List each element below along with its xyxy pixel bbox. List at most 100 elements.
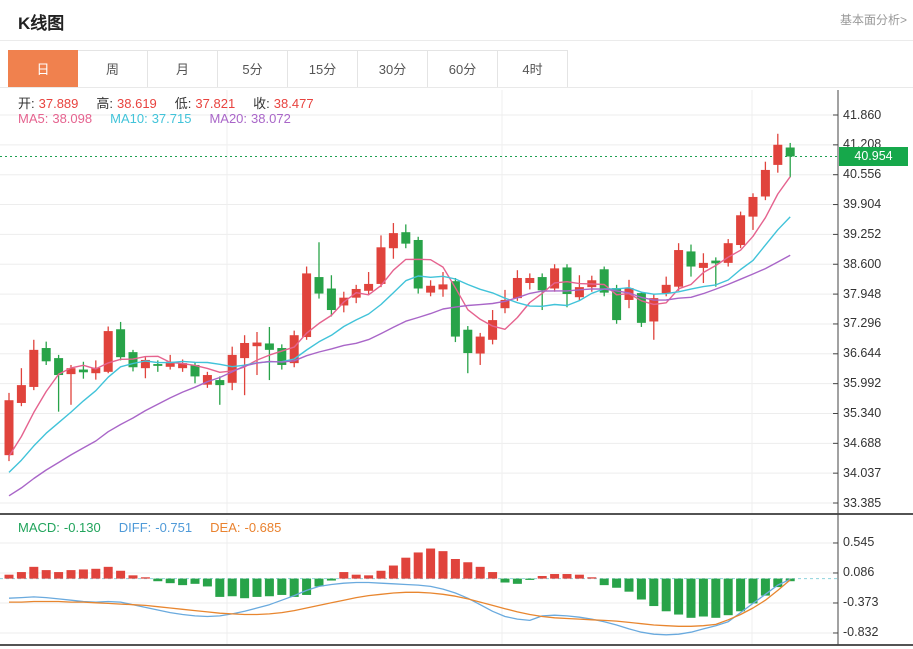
legend-item: 低:37.821 — [175, 96, 239, 111]
candle-body — [649, 298, 658, 321]
fundamental-analysis-link[interactable]: 基本面分析> — [840, 11, 907, 28]
macd-bar — [687, 579, 696, 618]
tab-period-2[interactable]: 月 — [148, 50, 218, 88]
tab-period-7[interactable]: 4时 — [498, 50, 568, 88]
candle-body — [327, 289, 336, 311]
macd-bar — [501, 579, 510, 583]
macd-bar — [625, 579, 634, 592]
candle-body — [773, 145, 782, 165]
tab-period-1[interactable]: 周 — [78, 50, 148, 88]
macd-bar — [401, 558, 410, 579]
candle-body — [377, 247, 386, 284]
ohlc-legend: 开:37.889高:38.619低:37.821收:38.477 — [18, 93, 332, 112]
page-title: K线图 — [18, 9, 64, 34]
macd-bar — [476, 567, 485, 579]
candle-body — [575, 287, 584, 297]
macd-bar — [153, 579, 162, 582]
macd-tick-label: 0.545 — [843, 535, 874, 549]
macd-bar — [265, 579, 274, 597]
macd-bar — [203, 579, 212, 587]
macd-bar — [166, 579, 175, 584]
macd-bar — [649, 579, 658, 606]
tab-period-4[interactable]: 15分 — [288, 50, 358, 88]
macd-bar — [327, 579, 336, 581]
macd-bar — [54, 572, 63, 579]
tab-bar-baseline — [0, 87, 913, 88]
macd-bar — [352, 575, 361, 579]
candle-body — [699, 263, 708, 268]
macd-bar — [302, 579, 311, 595]
macd-bar — [674, 579, 683, 615]
macd-histogram — [5, 549, 795, 618]
candles — [5, 134, 795, 461]
candle-body — [240, 343, 249, 358]
price-tick-label: 39.904 — [843, 197, 881, 211]
price-tick-label: 34.037 — [843, 466, 881, 480]
macd-bar — [339, 572, 348, 579]
macd-bar — [612, 579, 621, 588]
candle-body — [215, 380, 224, 385]
price-tick-label: 35.340 — [843, 406, 881, 420]
macd-bar — [550, 574, 559, 579]
legend-item: 开:37.889 — [18, 96, 82, 111]
price-tick-label: 36.644 — [843, 346, 881, 360]
candle-body — [786, 148, 795, 157]
macd-bar — [439, 551, 448, 578]
candle-body — [265, 343, 274, 349]
candle-body — [476, 337, 485, 354]
candle-body — [488, 320, 497, 340]
price-tick-label: 38.600 — [843, 257, 881, 271]
macd-bar — [17, 572, 26, 579]
macd-bar — [29, 567, 38, 579]
candle-body — [153, 364, 162, 366]
candle-body — [439, 284, 448, 289]
price-tick-label: 33.385 — [843, 496, 881, 510]
candle-body — [749, 197, 758, 217]
macd-bar — [749, 579, 758, 604]
period-tab-bar: 日周月5分15分30分60分4时 — [8, 50, 568, 88]
macd-bar — [240, 579, 249, 599]
price-tick-label: 37.948 — [843, 287, 881, 301]
candle-body — [79, 370, 88, 373]
tab-period-0[interactable]: 日 — [8, 50, 78, 88]
candle-body — [116, 329, 125, 357]
candle-body — [538, 277, 547, 290]
macd-bar — [377, 571, 386, 579]
macd-bar — [662, 579, 671, 612]
tab-period-3[interactable]: 5分 — [218, 50, 288, 88]
candle-body — [525, 278, 534, 283]
candle-body — [674, 250, 683, 287]
candle-body — [42, 348, 51, 361]
ma5-line — [9, 177, 790, 457]
macd-bar — [488, 572, 497, 579]
candle-body — [426, 286, 435, 293]
macd-bar — [215, 579, 224, 597]
legend-item: DIFF:-0.751 — [119, 520, 196, 535]
macd-bar — [141, 577, 150, 578]
candle-body — [463, 330, 472, 353]
macd-bar — [414, 552, 423, 578]
macd-bar — [364, 575, 373, 578]
macd-bar — [538, 576, 547, 579]
candle-body — [5, 400, 14, 455]
price-tick-label: 40.556 — [843, 167, 881, 181]
candle-body — [302, 273, 311, 337]
tab-period-6[interactable]: 60分 — [428, 50, 498, 88]
macd-bar — [129, 575, 138, 578]
macd-bar — [426, 549, 435, 579]
tab-period-5[interactable]: 30分 — [358, 50, 428, 88]
legend-item: 收:38.477 — [253, 96, 317, 111]
legend-item: MA10:37.715 — [110, 111, 195, 126]
candle-body — [228, 355, 237, 383]
legend-item: MA5:38.098 — [18, 111, 96, 126]
candle-body — [414, 240, 423, 289]
price-tick-label: 34.688 — [843, 436, 881, 450]
macd-bar — [253, 579, 262, 597]
macd-bar — [525, 579, 534, 580]
legend-item: MA20:38.072 — [209, 111, 294, 126]
price-tick-label: 35.992 — [843, 376, 881, 390]
macd-bar — [736, 579, 745, 612]
price-tick-label: 37.296 — [843, 316, 881, 330]
candle-body — [687, 251, 696, 266]
candle-body — [17, 385, 26, 403]
